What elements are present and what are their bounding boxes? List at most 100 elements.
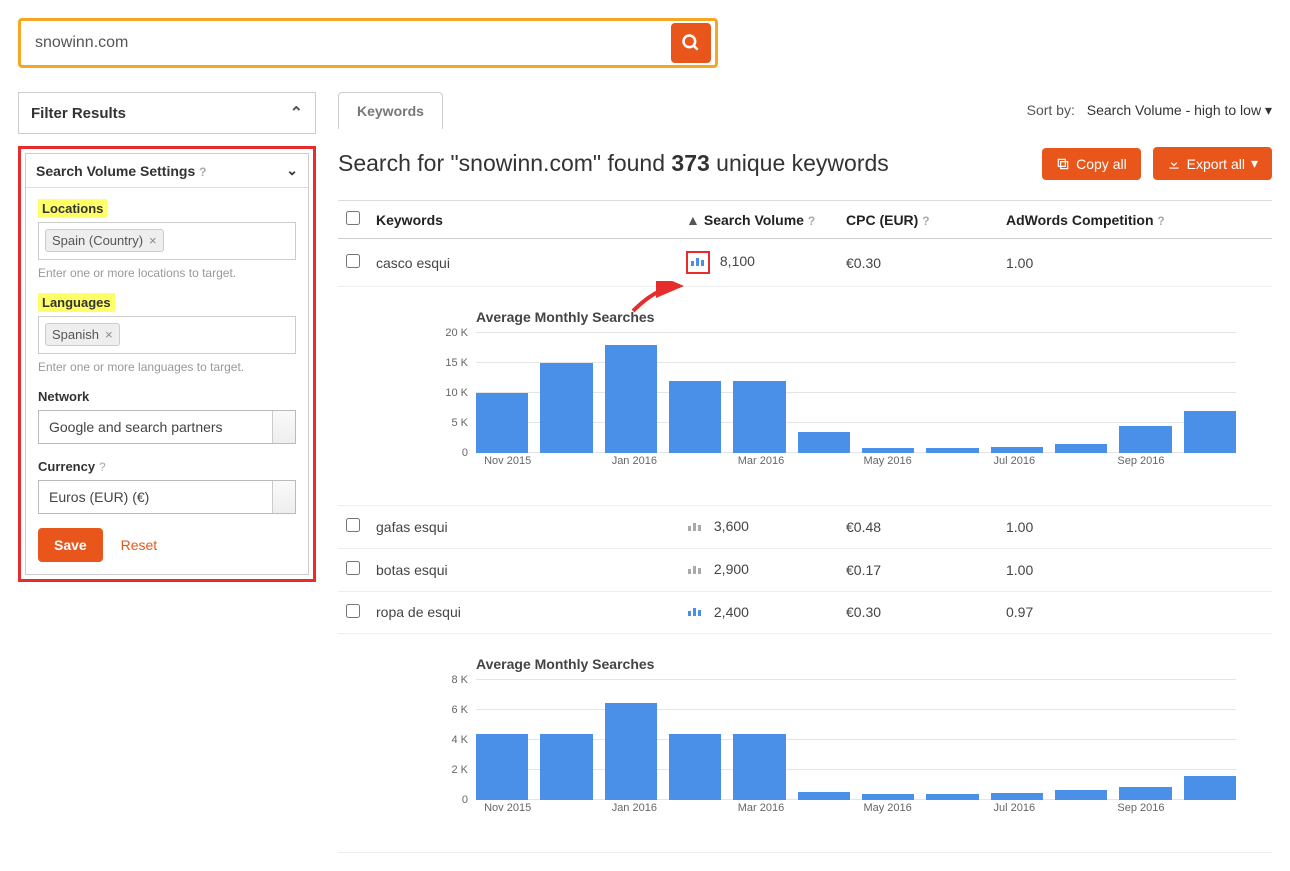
chart-bar (540, 734, 592, 800)
x-tick (666, 455, 729, 473)
locations-input[interactable]: Spain (Country) × (38, 222, 296, 260)
help-icon[interactable]: ? (1157, 214, 1164, 228)
cell-adwords: 1.00 (998, 239, 1272, 287)
chart-bar (1184, 776, 1236, 800)
remove-tag-icon[interactable]: × (105, 327, 113, 342)
row-checkbox[interactable] (346, 561, 360, 575)
x-tick: Mar 2016 (729, 802, 792, 820)
x-tick: Jan 2016 (603, 455, 666, 473)
chart-bar (1184, 411, 1236, 453)
search-input[interactable] (25, 34, 671, 52)
chart-icon[interactable] (686, 604, 704, 621)
sort-asc-icon: ▲ (686, 212, 700, 228)
col-search-volume[interactable]: ▲Search Volume ? (678, 201, 838, 239)
network-label: Network (38, 389, 89, 404)
highlight-box: Search Volume Settings ? ⌄ Locations Spa… (18, 146, 316, 582)
locations-hint: Enter one or more locations to target. (38, 266, 296, 280)
search-icon (681, 33, 701, 53)
cell-keyword: gafas esqui (368, 506, 678, 549)
chart-bar (733, 734, 785, 800)
chart-bar (991, 793, 1043, 801)
x-tick: Nov 2015 (476, 455, 539, 473)
copy-icon (1056, 157, 1070, 171)
x-tick: Jul 2016 (983, 802, 1046, 820)
cell-cpc: €0.30 (838, 591, 998, 634)
row-checkbox[interactable] (346, 604, 360, 618)
results-headline: Search for "snowinn.com" found 373 uniqu… (338, 150, 889, 177)
sort-by: Sort by: Search Volume - high to low ▾ (1027, 102, 1272, 119)
chart-bar (476, 734, 528, 800)
row-checkbox[interactable] (346, 518, 360, 532)
chart-bar (862, 448, 914, 453)
x-tick (1046, 455, 1109, 473)
x-tick: May 2016 (856, 455, 919, 473)
select-all-checkbox[interactable] (346, 211, 360, 225)
chart-icon[interactable] (686, 519, 704, 536)
x-tick: Sep 2016 (1109, 455, 1172, 473)
languages-input[interactable]: Spanish × (38, 316, 296, 354)
chart-bar (798, 792, 850, 800)
x-tick (539, 455, 602, 473)
languages-label: Languages (38, 293, 115, 312)
cell-search-volume: 2,900 (678, 548, 838, 591)
help-icon[interactable]: ? (99, 460, 106, 474)
search-volume-settings-header[interactable]: Search Volume Settings ? ⌄ (26, 154, 308, 188)
languages-tag: Spanish × (45, 323, 120, 346)
languages-hint: Enter one or more languages to target. (38, 360, 296, 374)
chart-bar (540, 363, 592, 453)
cell-cpc: €0.17 (838, 548, 998, 591)
search-bar (18, 18, 718, 68)
chart-bar (669, 381, 721, 453)
cell-adwords: 1.00 (998, 506, 1272, 549)
chart-icon[interactable] (686, 562, 704, 579)
export-all-button[interactable]: Export all ▾ (1153, 147, 1272, 180)
x-tick (539, 802, 602, 820)
search-button[interactable] (671, 23, 711, 63)
x-tick: Sep 2016 (1109, 802, 1172, 820)
chart-bar (669, 734, 721, 800)
filter-results-header[interactable]: Filter Results ⌃ (19, 93, 315, 133)
chevron-up-icon: ⌃ (290, 103, 303, 123)
locations-label: Locations (38, 199, 107, 218)
chart-title: Average Monthly Searches (476, 656, 1264, 672)
x-tick (919, 802, 982, 820)
table-row: ropa de esqui 2,400 €0.30 0.97 (338, 591, 1272, 634)
help-icon[interactable]: ? (808, 214, 815, 228)
x-tick: Jan 2016 (603, 802, 666, 820)
cell-keyword: botas esqui (368, 548, 678, 591)
chart-bar (991, 447, 1043, 453)
cell-search-volume: 2,400 (678, 591, 838, 634)
remove-tag-icon[interactable]: × (149, 233, 157, 248)
sort-by-select[interactable]: Search Volume - high to low ▾ (1087, 102, 1272, 118)
x-tick (666, 802, 729, 820)
help-icon[interactable]: ? (922, 214, 929, 228)
help-icon[interactable]: ? (199, 165, 206, 179)
chart-bar (1055, 790, 1107, 801)
tab-keywords[interactable]: Keywords (338, 92, 443, 129)
table-row: casco esqui 8,100 €0.30 1.00 (338, 239, 1272, 287)
currency-select[interactable]: Euros (EUR) (€) (38, 480, 296, 514)
cell-search-volume: 3,600 (678, 506, 838, 549)
x-tick (793, 455, 856, 473)
chevron-down-icon: ⌄ (286, 162, 298, 179)
chart-panel: Average Monthly Searches 02 K4 K6 K8 K N… (376, 646, 1264, 840)
chart-title: Average Monthly Searches (476, 309, 1264, 325)
reset-button[interactable]: Reset (121, 537, 158, 553)
chart-bar (605, 703, 657, 801)
col-adwords-competition[interactable]: AdWords Competition ? (998, 201, 1272, 239)
filter-results-panel: Filter Results ⌃ (18, 92, 316, 134)
row-checkbox[interactable] (346, 254, 360, 268)
chart-bar (862, 794, 914, 800)
chart-bar (733, 381, 785, 453)
cell-keyword: ropa de esqui (368, 591, 678, 634)
cell-search-volume: 8,100 (678, 239, 838, 287)
network-select[interactable]: Google and search partners (38, 410, 296, 444)
col-keywords[interactable]: Keywords (368, 201, 678, 239)
cell-keyword: casco esqui (368, 239, 678, 287)
x-tick: May 2016 (856, 802, 919, 820)
chart-icon[interactable] (686, 251, 710, 274)
copy-all-button[interactable]: Copy all (1042, 148, 1141, 180)
save-button[interactable]: Save (38, 528, 103, 562)
col-cpc[interactable]: CPC (EUR) ? (838, 201, 998, 239)
cell-adwords: 1.00 (998, 548, 1272, 591)
